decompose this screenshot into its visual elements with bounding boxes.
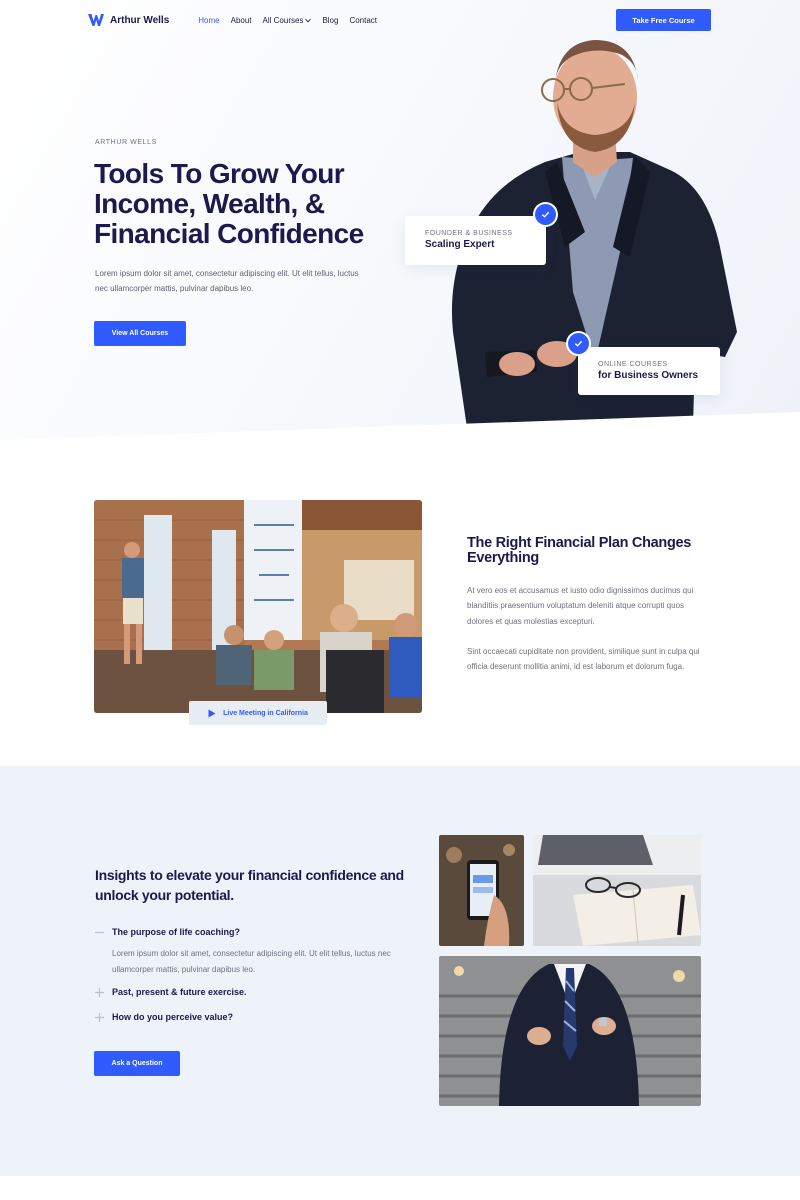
nav-all-courses-label: All Courses [262, 15, 304, 25]
hero-divider [0, 412, 800, 460]
accordion-question: The purpose of life coaching? [112, 927, 241, 937]
live-meeting-label: Live Meeting in California [223, 709, 308, 717]
accordion-item-purpose[interactable]: The purpose of life coaching? [95, 927, 240, 937]
hero-section: Arthur Wells Home About All Courses Blog… [0, 0, 800, 440]
phone-photo [439, 835, 524, 946]
view-all-courses-button[interactable]: View All Courses [94, 321, 186, 346]
ask-question-button[interactable]: Ask a Question [94, 1051, 180, 1076]
hero-title-line: Income, Wealth, & [94, 188, 325, 219]
top-navigation: Arthur Wells Home About All Courses Blog… [88, 9, 711, 31]
brand[interactable]: Arthur Wells [88, 14, 169, 26]
nav-home[interactable]: Home [198, 16, 219, 25]
hero-eyebrow: ARTHUR WELLS [95, 139, 157, 146]
nav-contact[interactable]: Contact [349, 16, 377, 25]
live-meeting-button[interactable]: Live Meeting in California [189, 701, 327, 725]
plus-icon [95, 1012, 104, 1022]
scaling-expert-badge: FOUNDER & BUSINESS Scaling Expert [405, 216, 546, 265]
checkmark-icon [568, 333, 589, 354]
checkmark-icon [535, 204, 556, 225]
plan-title: The Right Financial Plan Changes Everyth… [467, 535, 692, 566]
minus-icon [95, 931, 104, 933]
plus-icon [95, 987, 104, 997]
insights-title: Insights to elevate your financial confi… [95, 867, 404, 903]
badge-caption: ONLINE COURSES [598, 361, 668, 368]
hero-title: Tools To Grow Your Income, Wealth, & Fin… [94, 159, 394, 249]
plan-paragraph-1: At vero eos et accusamus et iusto odio d… [467, 586, 694, 626]
hero-title-line: Tools To Grow Your [94, 158, 345, 189]
notebook-glasses-photo [533, 835, 701, 946]
badge-caption: FOUNDER & BUSINESS [425, 230, 513, 237]
hero-description: Lorem ipsum dolor sit amet, consectetur … [95, 269, 359, 293]
brand-name: Arthur Wells [110, 14, 170, 26]
badge-title: for Business Owners [598, 370, 699, 381]
accordion-answer: Lorem ipsum dolor sit amet, consectetur … [112, 949, 391, 974]
accordion-item-value[interactable]: How do you perceive value? [95, 1012, 233, 1022]
badge-title: Scaling Expert [425, 239, 495, 250]
online-courses-badge: ONLINE COURSES for Business Owners [578, 347, 720, 395]
nav-all-courses[interactable]: All Courses [263, 16, 312, 25]
nav-about[interactable]: About [231, 16, 252, 25]
plan-paragraph-2: Sint occaecati cupiditate non provident,… [467, 647, 700, 672]
meeting-photo [94, 500, 422, 713]
take-free-course-button[interactable]: Take Free Course [616, 9, 711, 31]
chevron-down-icon [305, 18, 312, 22]
businessman-photo [439, 956, 701, 1106]
accordion-item-exercise[interactable]: Past, present & future exercise. [95, 987, 247, 997]
nav-blog[interactable]: Blog [322, 16, 338, 25]
main-menu: Home About All Courses Blog Contact [198, 16, 377, 25]
accordion-question: Past, present & future exercise. [112, 987, 247, 997]
brand-logo-icon [88, 14, 104, 26]
hero-title-line: Financial Confidence [94, 218, 364, 249]
accordion-question: How do you perceive value? [112, 1012, 234, 1022]
play-icon [208, 709, 216, 717]
